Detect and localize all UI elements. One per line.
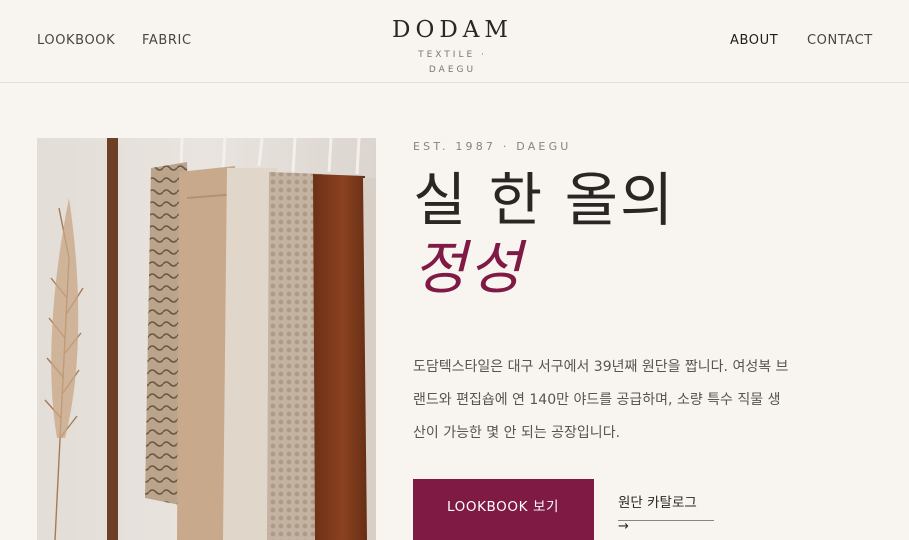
hero-description: 도담텍스타일은 대구 서구에서 39년째 원단을 짭니다. 여성복 브랜드와 편… bbox=[413, 359, 789, 441]
nav-contact[interactable]: CONTACT bbox=[807, 33, 873, 48]
brand-subtitle: TEXTILE · DAEGU bbox=[418, 50, 487, 75]
arrow-right-icon: → bbox=[618, 519, 629, 534]
link-underline bbox=[618, 520, 714, 521]
hero-photo-clothing-rack bbox=[37, 138, 376, 540]
nav-about[interactable]: ABOUT bbox=[730, 33, 778, 48]
headline-line-1: 실 한 올의 bbox=[413, 166, 676, 234]
fabric-catalog-label: 원단 카탈로그 bbox=[618, 495, 697, 511]
brand-logo[interactable]: DODAM TEXTILE · DAEGU bbox=[380, 14, 525, 78]
hero-headline: 실 한 올의 정성 bbox=[413, 165, 833, 301]
header-divider bbox=[0, 82, 909, 83]
nav-fabric[interactable]: FABRIC bbox=[142, 33, 192, 48]
fabric-catalog-link[interactable]: 원단 카탈로그 → bbox=[618, 493, 714, 534]
nav-lookbook[interactable]: LOOKBOOK bbox=[37, 33, 115, 48]
brand-name: DODAM bbox=[392, 17, 513, 43]
hero-eyebrow: EST. 1987 · DAEGU bbox=[413, 140, 572, 153]
lookbook-button[interactable]: LOOKBOOK 보기 bbox=[413, 479, 594, 540]
headline-line-2-accent: 정성 bbox=[413, 234, 524, 302]
